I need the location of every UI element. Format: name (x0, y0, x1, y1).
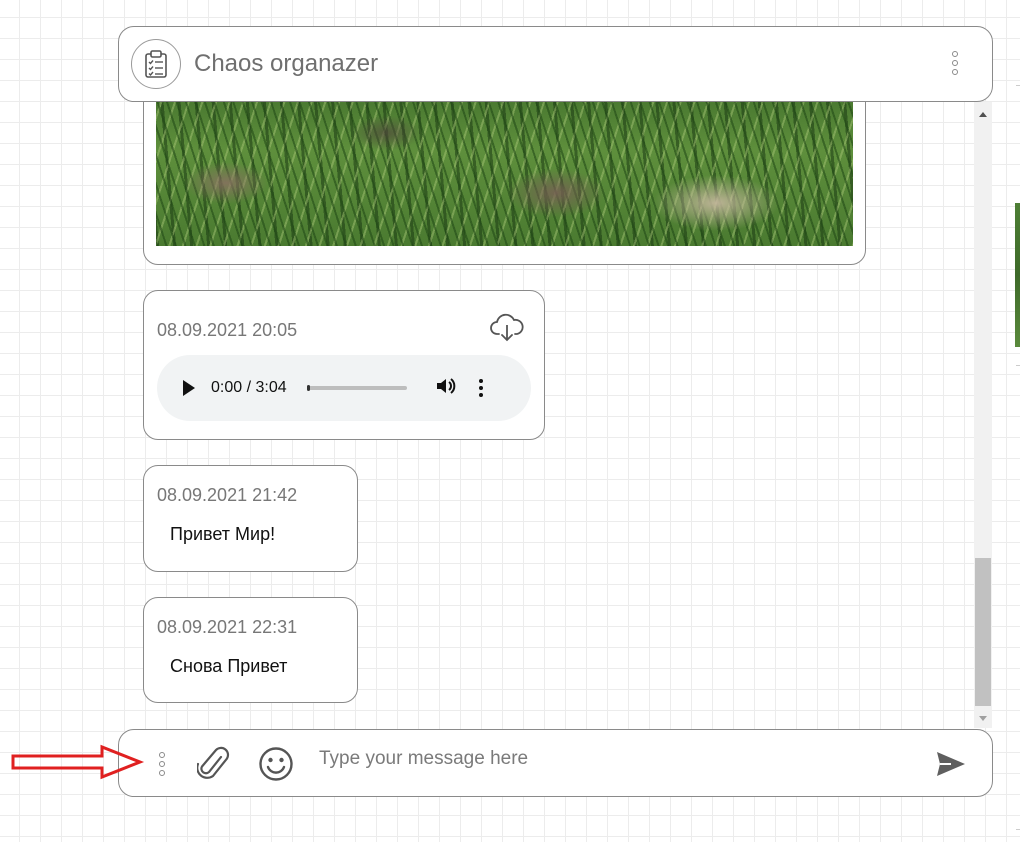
message-timestamp: 08.09.2021 21:42 (157, 485, 298, 505)
message-text: Привет Мир! (170, 524, 276, 544)
message-list: 08.09.2021 20:05 0:00 / 3:04 08.09.2021 … (118, 72, 993, 728)
audio-seek-slider[interactable] (306, 385, 407, 391)
message-text: Снова Привет (170, 656, 288, 676)
chat-scrollbar[interactable] (974, 102, 992, 728)
volume-icon[interactable] (435, 376, 457, 401)
more-vertical-icon[interactable] (952, 51, 958, 75)
audio-player: 0:00 / 3:04 (157, 355, 531, 421)
app-title: Chaos organazer (194, 50, 379, 77)
chat-header: Chaos organazer (118, 26, 993, 102)
clipboard-checklist-icon[interactable] (131, 39, 181, 89)
player-more-icon[interactable] (478, 379, 483, 397)
edge-divider (1016, 365, 1020, 366)
red-arrow-icon (11, 744, 145, 780)
message-composer (118, 729, 993, 797)
audio-message: 08.09.2021 20:05 0:00 / 3:04 (143, 290, 545, 440)
edge-divider (1016, 85, 1020, 86)
audio-time: 0:00 / 3:04 (211, 379, 287, 396)
smiley-icon[interactable] (258, 746, 294, 787)
text-message: 08.09.2021 22:31 Снова Привет (143, 597, 358, 703)
message-timestamp: 08.09.2021 22:31 (157, 617, 298, 637)
edge-photo-fragment (1015, 203, 1020, 347)
paperclip-icon[interactable] (196, 745, 231, 788)
scroll-down-arrow-icon[interactable] (979, 716, 987, 721)
message-timestamp: 08.09.2021 20:05 (157, 320, 298, 340)
scroll-thumb[interactable] (975, 558, 991, 706)
message-input[interactable] (319, 743, 919, 775)
text-message: 08.09.2021 21:42 Привет Мир! (143, 465, 358, 572)
more-vertical-icon[interactable] (159, 752, 165, 776)
send-icon[interactable] (935, 750, 967, 783)
edge-divider (1016, 829, 1020, 830)
scroll-up-arrow-icon[interactable] (979, 112, 987, 117)
cloud-download-icon[interactable] (490, 313, 524, 348)
play-icon[interactable] (183, 380, 195, 396)
